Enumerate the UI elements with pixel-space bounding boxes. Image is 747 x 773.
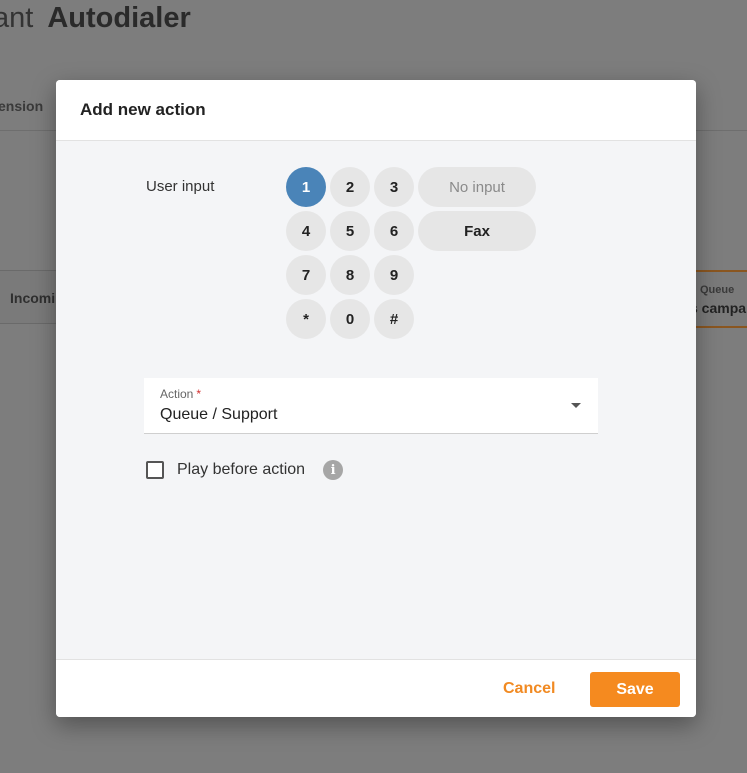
flow-node-incoming: Incomi (0, 270, 59, 324)
action-select-value: Queue / Support (160, 406, 278, 423)
no-input-button[interactable]: No input (418, 167, 536, 207)
key-9[interactable]: 9 (374, 255, 414, 295)
flow-node-queue-label: s campa (690, 300, 747, 316)
play-before-action-checkbox[interactable] (146, 461, 164, 479)
dialog-footer: Cancel Save (56, 659, 696, 717)
dialog-title: Add new action (80, 100, 206, 119)
user-input-label: User input (146, 178, 215, 195)
key-4[interactable]: 4 (286, 211, 326, 251)
key-star[interactable]: * (286, 299, 326, 339)
dropdown-arrow-icon[interactable] (571, 403, 581, 408)
flow-node-queue: Queue s campa (690, 270, 747, 328)
key-7[interactable]: 7 (286, 255, 326, 295)
key-6[interactable]: 6 (374, 211, 414, 251)
info-icon[interactable]: i (323, 460, 344, 480)
key-1[interactable]: 1 (286, 167, 326, 207)
page-title: ant Autodialer (0, 2, 191, 35)
page-title-main: Autodialer (47, 2, 191, 34)
cancel-button[interactable]: Cancel (503, 672, 555, 706)
key-3[interactable]: 3 (374, 167, 414, 207)
dialog-body: User input 1 2 3 No input 4 5 6 Fax 7 8 … (56, 141, 696, 658)
flow-node-incoming-label: Incomi (10, 290, 56, 306)
key-0[interactable]: 0 (330, 299, 370, 339)
key-2[interactable]: 2 (330, 167, 370, 207)
play-before-action-row: Play before action i (146, 460, 344, 480)
dialog-header: Add new action (56, 80, 696, 141)
play-before-action-label[interactable]: Play before action (177, 461, 305, 479)
key-hash[interactable]: # (374, 299, 414, 339)
fax-button[interactable]: Fax (418, 211, 536, 251)
action-select-label: Action * (160, 387, 201, 401)
save-button[interactable]: Save (590, 672, 680, 707)
flow-node-queue-type: Queue (700, 284, 735, 296)
add-action-dialog: Add new action User input 1 2 3 No input… (56, 80, 696, 717)
key-8[interactable]: 8 (330, 255, 370, 295)
required-mark: * (196, 387, 202, 401)
action-select[interactable]: Action * Queue / Support (144, 378, 598, 434)
background-tab: ension (0, 98, 44, 114)
key-5[interactable]: 5 (330, 211, 370, 251)
action-select-label-text: Action (160, 387, 194, 401)
page-title-prefix: ant (0, 2, 34, 34)
